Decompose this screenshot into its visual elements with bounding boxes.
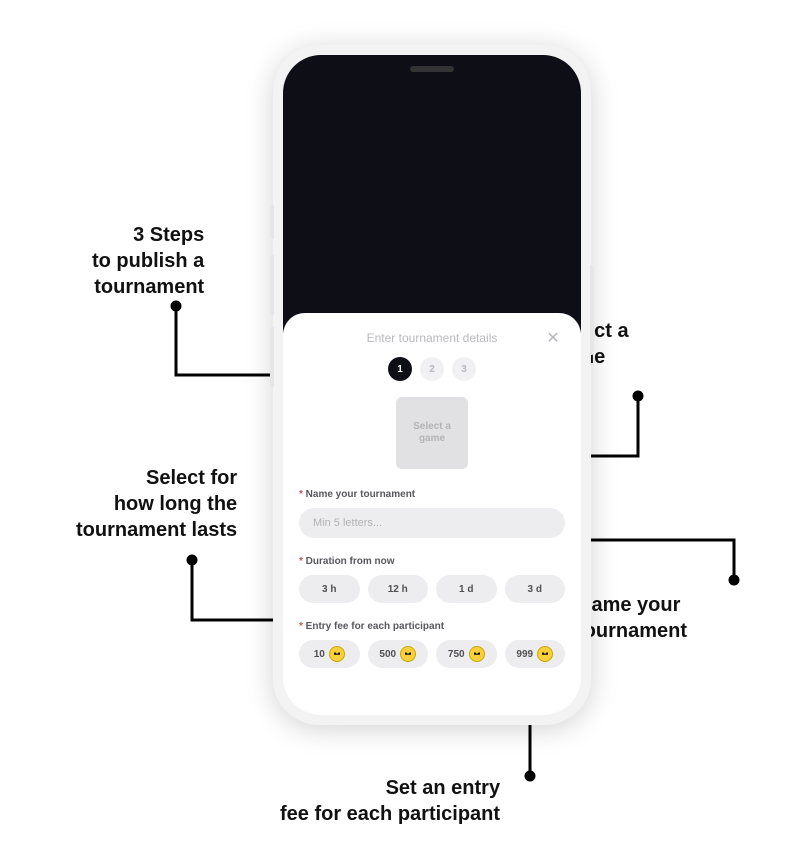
coin-icon [400, 646, 416, 662]
screen-top-blank [283, 55, 581, 333]
phone-side-button [270, 205, 274, 239]
fee-amount: 750 [448, 649, 465, 660]
fee-amount: 500 [379, 649, 396, 660]
coin-icon [537, 646, 553, 662]
tournament-name-input[interactable] [299, 508, 565, 538]
fee-field-label: Entry fee for each participant [299, 621, 565, 632]
duration-option-3d[interactable]: 3 d [505, 575, 566, 603]
duration-option-12h[interactable]: 12 h [368, 575, 429, 603]
duration-options: 3 h 12 h 1 d 3 d [299, 575, 565, 603]
close-icon[interactable]: ✕ [543, 329, 563, 349]
phone-power-button [590, 265, 594, 355]
duration-option-3h[interactable]: 3 h [299, 575, 360, 603]
phone-volume-up [270, 255, 274, 315]
fee-option-750[interactable]: 750 [436, 640, 497, 668]
select-game-tile[interactable]: Select agame [396, 397, 468, 469]
step-1[interactable]: 1 [388, 357, 412, 381]
step-2[interactable]: 2 [420, 357, 444, 381]
fee-option-500[interactable]: 500 [368, 640, 429, 668]
step-3[interactable]: 3 [452, 357, 476, 381]
phone-screen: Enter tournament details ✕ 1 2 3 Select … [283, 55, 581, 715]
callout-duration: Select forhow long thetournament lasts [76, 465, 237, 543]
step-indicator: 1 2 3 [299, 357, 565, 381]
callout-entry-fee: Set an entryfee for each participant [280, 775, 500, 827]
fee-option-999[interactable]: 999 [505, 640, 566, 668]
sheet-title: Enter tournament details [367, 331, 498, 345]
name-field-label: Name your tournament [299, 489, 565, 500]
phone-volume-down [270, 327, 274, 387]
bottom-sheet: Enter tournament details ✕ 1 2 3 Select … [283, 313, 581, 715]
fee-amount: 999 [516, 649, 533, 660]
callout-steps: 3 Stepsto publish atournament [92, 222, 204, 300]
phone-notch [357, 55, 507, 83]
fee-amount: 10 [314, 649, 325, 660]
coin-icon [329, 646, 345, 662]
phone-mockup: Enter tournament details ✕ 1 2 3 Select … [273, 45, 591, 725]
coin-icon [469, 646, 485, 662]
fee-option-10[interactable]: 10 [299, 640, 360, 668]
duration-field-label: Duration from now [299, 556, 565, 567]
connector-name [570, 520, 760, 610]
duration-option-1d[interactable]: 1 d [436, 575, 497, 603]
fee-options: 10 500 750 999 [299, 640, 565, 668]
